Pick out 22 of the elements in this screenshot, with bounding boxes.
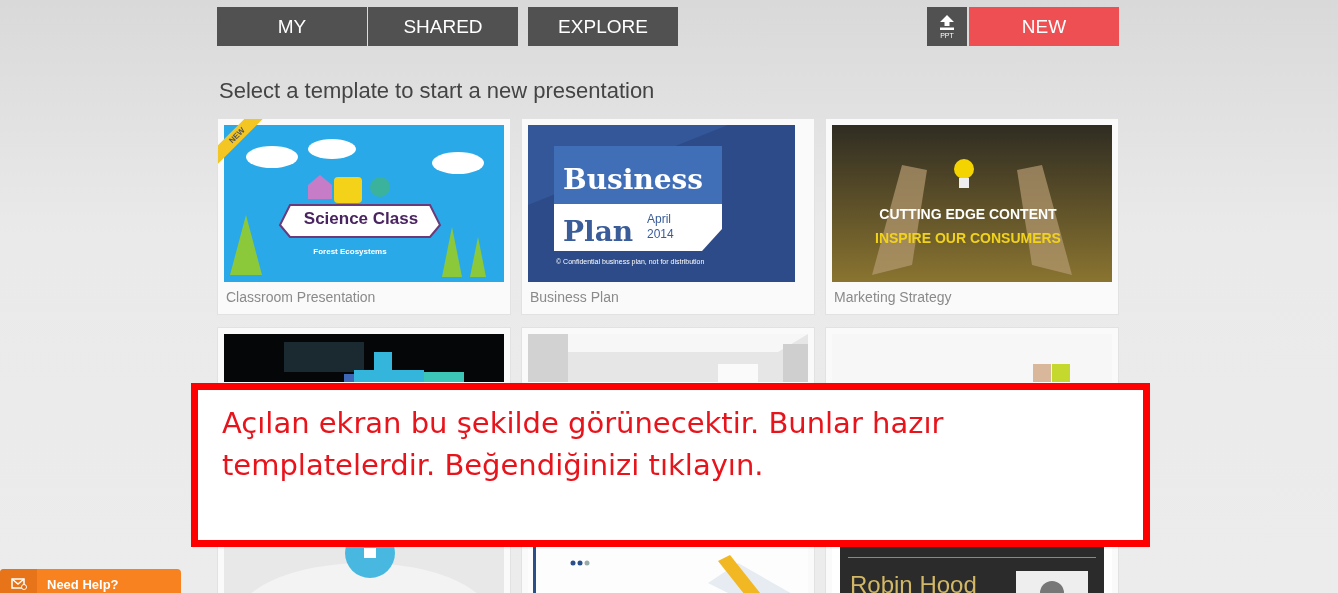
slide-title: Robin Hood [850,571,977,593]
slide-art-drawing [1033,364,1070,382]
mail-icon [10,578,27,590]
slide-title: Plan [563,215,634,248]
upload-icon [940,14,954,30]
slide-date: April [647,212,671,226]
slide-title: Science Class [303,209,419,228]
template-card[interactable]: CUTTING EDGE CONTENT INSPIRE OUR CONSUMERS Marketing Strategy [825,118,1119,315]
slide-subtitle: Forest Ecosystems [313,247,387,256]
slide-subtitle: INSPIRE OUR CONSUMERS [875,230,1061,246]
nav-button[interactable]: SHARED [368,7,518,46]
slide-date: 2014 [647,227,674,241]
template-title: Business Plan [530,289,620,306]
slide-title: Business [563,163,704,196]
new-button[interactable]: NEW [969,7,1119,46]
template-title: Marketing Strategy [834,289,953,306]
annotation-text: Açılan ekran bu şekilde görünecektir. Bunlar hazır templatelerdir. Beğendiğinizi tıklayın. [222,405,945,484]
template-title: Classroom Presentation [226,289,377,306]
page-heading: Select a template to start a new presentation [219,78,656,104]
nav-button[interactable]: EXPLORE [528,7,678,46]
slide-title: CUTTING EDGE CONTENT [879,206,1057,222]
nav-button[interactable]: MY [217,7,367,46]
